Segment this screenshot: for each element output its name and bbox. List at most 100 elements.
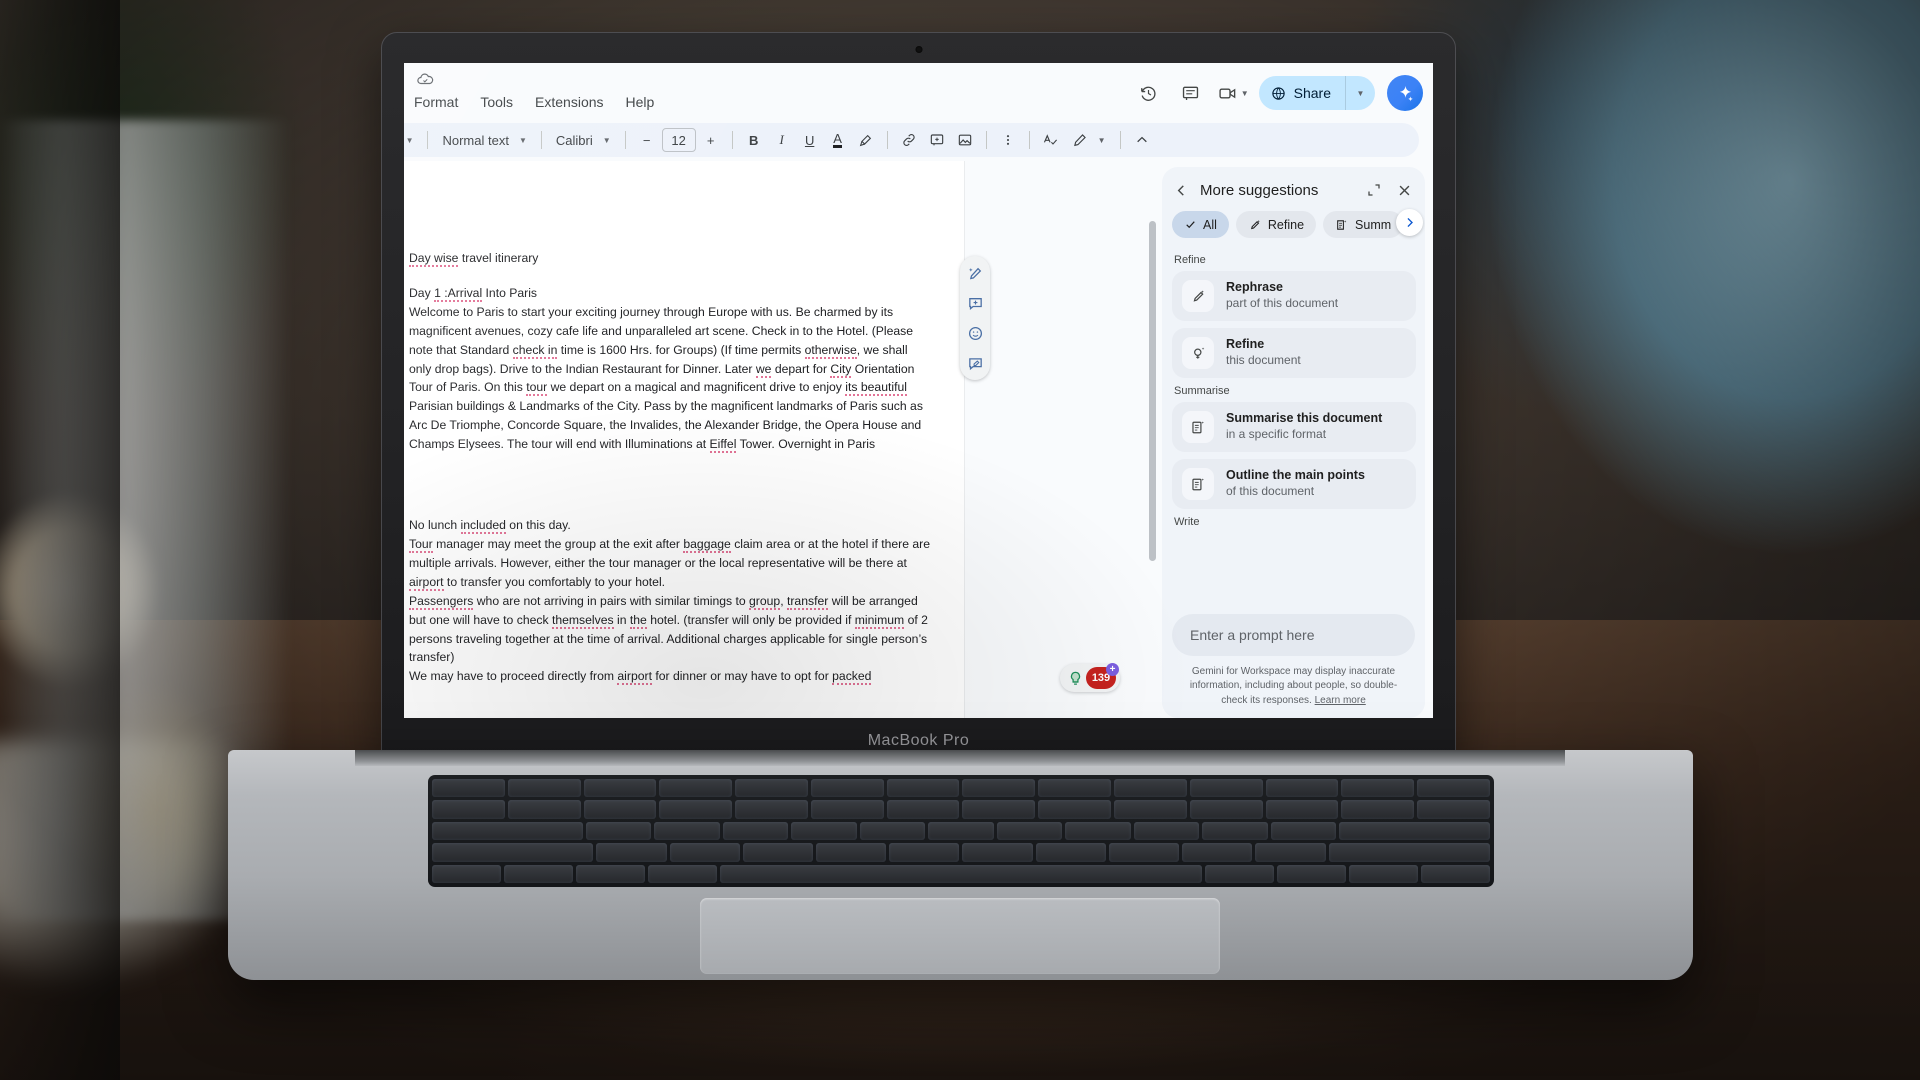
keyboard-key[interactable] xyxy=(962,800,1036,819)
suggestion-card[interactable]: Refine this document xyxy=(1172,328,1416,378)
keyboard-key[interactable] xyxy=(432,864,501,883)
keyboard-key[interactable] xyxy=(810,779,884,798)
keyboard-key[interactable] xyxy=(659,800,733,819)
font-family-select[interactable]: Calibri ▼ xyxy=(550,127,617,153)
more-vertical-icon[interactable] xyxy=(995,127,1021,153)
keyboard-key[interactable] xyxy=(735,800,808,819)
keyboard-key[interactable] xyxy=(1133,821,1200,841)
keyboard-key[interactable] xyxy=(1265,800,1339,819)
text-color-button[interactable]: A xyxy=(825,127,851,153)
keyboard-key[interactable] xyxy=(928,821,994,841)
share-dropdown-caret[interactable]: ▼ xyxy=(1345,76,1375,110)
suggestion-card[interactable]: Outline the main points of this document xyxy=(1172,459,1416,509)
menu-extensions[interactable]: Extensions xyxy=(535,94,603,110)
keyboard-key[interactable] xyxy=(1114,779,1187,798)
suggest-edit-icon[interactable] xyxy=(965,353,985,373)
keyboard-key[interactable] xyxy=(432,800,505,819)
version-history-icon[interactable] xyxy=(1133,77,1165,109)
editing-mode-select[interactable]: ▼ xyxy=(1066,127,1112,153)
keyboard-key[interactable] xyxy=(886,779,960,798)
keyboard-key[interactable] xyxy=(742,843,814,862)
keyboard-key[interactable] xyxy=(1255,843,1326,862)
gemini-spark-icon[interactable] xyxy=(1387,75,1423,111)
keyboard-key[interactable] xyxy=(507,800,581,819)
keyboard-key[interactable] xyxy=(889,843,960,862)
keyboard-key[interactable] xyxy=(886,800,960,819)
keyboard-key[interactable] xyxy=(1108,843,1180,862)
keyboard-key[interactable] xyxy=(575,864,645,883)
add-comment-icon[interactable] xyxy=(965,293,985,313)
document-scrollbar[interactable] xyxy=(1149,221,1156,561)
keyboard-key[interactable] xyxy=(719,864,1203,883)
chips-next-button[interactable] xyxy=(1396,209,1423,236)
insert-image-icon[interactable] xyxy=(952,127,978,153)
keyboard-key[interactable] xyxy=(735,779,808,798)
keyboard-key[interactable] xyxy=(1189,800,1263,819)
zoom-level-select[interactable]: % ▼ xyxy=(404,127,419,153)
chevron-left-icon[interactable] xyxy=(1170,179,1192,201)
keyboard-key[interactable] xyxy=(596,843,667,862)
keyboard-key[interactable] xyxy=(432,779,505,798)
font-size-input[interactable]: 12 xyxy=(661,128,696,152)
document-canvas[interactable]: Day wise travel itinerary Day 1 :Arrival… xyxy=(404,161,1158,718)
keyboard-key[interactable] xyxy=(659,779,733,798)
keyboard-key[interactable] xyxy=(507,779,581,798)
italic-button[interactable]: I xyxy=(769,127,795,153)
keyboard-key[interactable] xyxy=(432,843,594,862)
suggestion-card[interactable]: Summarise this document in a specific for… xyxy=(1172,402,1416,452)
keyboard-key[interactable] xyxy=(1341,800,1415,819)
keyboard-key[interactable] xyxy=(1328,843,1490,862)
explore-badge-cluster[interactable]: 139 + xyxy=(1060,663,1120,692)
keyboard-key[interactable] xyxy=(583,800,657,819)
keyboard-key[interactable] xyxy=(1038,800,1112,819)
paragraph-style-select[interactable]: Normal text ▼ xyxy=(436,127,532,153)
keyboard-key[interactable] xyxy=(1341,779,1415,798)
trackpad[interactable] xyxy=(700,898,1220,974)
keyboard-key[interactable] xyxy=(816,843,887,862)
keyboard-key[interactable] xyxy=(503,864,573,883)
keyboard-key[interactable] xyxy=(654,821,720,841)
close-icon[interactable] xyxy=(1393,179,1415,201)
keyboard-key[interactable] xyxy=(583,779,657,798)
chip-refine[interactable]: Refine xyxy=(1235,211,1317,238)
cloud-saved-icon[interactable] xyxy=(416,70,434,93)
keyboard-key[interactable] xyxy=(810,800,884,819)
keyboard-key[interactable] xyxy=(1265,779,1339,798)
keyboard-key[interactable] xyxy=(647,864,717,883)
keyboard-key[interactable] xyxy=(962,779,1036,798)
keyboard-key[interactable] xyxy=(1417,779,1490,798)
document-page[interactable]: Day wise travel itinerary Day 1 :Arrival… xyxy=(404,161,964,718)
prompt-input[interactable]: Enter a prompt here xyxy=(1172,613,1415,656)
share-button[interactable]: Share xyxy=(1258,76,1345,110)
insert-link-icon[interactable] xyxy=(896,127,922,153)
menu-tools[interactable]: Tools xyxy=(480,94,513,110)
keyboard-key[interactable] xyxy=(432,821,583,841)
keyboard-key[interactable] xyxy=(1035,843,1106,862)
comment-icon[interactable] xyxy=(1175,77,1207,109)
expand-panel-icon[interactable] xyxy=(1363,179,1385,201)
spellcheck-icon[interactable] xyxy=(1038,127,1064,153)
suggestions-list[interactable]: Refine Rephrase part of this document Refin… xyxy=(1162,248,1425,606)
chip-all[interactable]: All xyxy=(1172,211,1229,238)
underline-button[interactable]: U xyxy=(797,127,823,153)
keyboard-key[interactable] xyxy=(585,821,652,841)
keyboard-key[interactable] xyxy=(1349,864,1419,883)
learn-more-link[interactable]: Learn more xyxy=(1315,695,1366,706)
collapse-toolbar-icon[interactable] xyxy=(1129,127,1155,153)
explore-bulb-icon[interactable] xyxy=(1064,667,1086,689)
keyboard-key[interactable] xyxy=(1038,779,1112,798)
keyboard[interactable] xyxy=(428,775,1494,887)
suggestion-count-badge[interactable]: 139 + xyxy=(1086,663,1119,689)
keyboard-key[interactable] xyxy=(669,843,740,862)
keyboard-key[interactable] xyxy=(1270,821,1337,841)
keyboard-key[interactable] xyxy=(1202,821,1268,841)
keyboard-key[interactable] xyxy=(1114,800,1187,819)
keyboard-key[interactable] xyxy=(1182,843,1253,862)
increase-font-size-button[interactable]: + xyxy=(698,127,724,153)
keyboard-key[interactable] xyxy=(1339,821,1491,841)
document-text[interactable]: Day wise travel itinerary Day 1 :Arrival… xyxy=(409,249,930,686)
keyboard-key[interactable] xyxy=(791,821,857,841)
menu-format[interactable]: Format xyxy=(414,94,458,110)
keyboard-key[interactable] xyxy=(962,843,1033,862)
decrease-font-size-button[interactable]: − xyxy=(634,127,660,153)
